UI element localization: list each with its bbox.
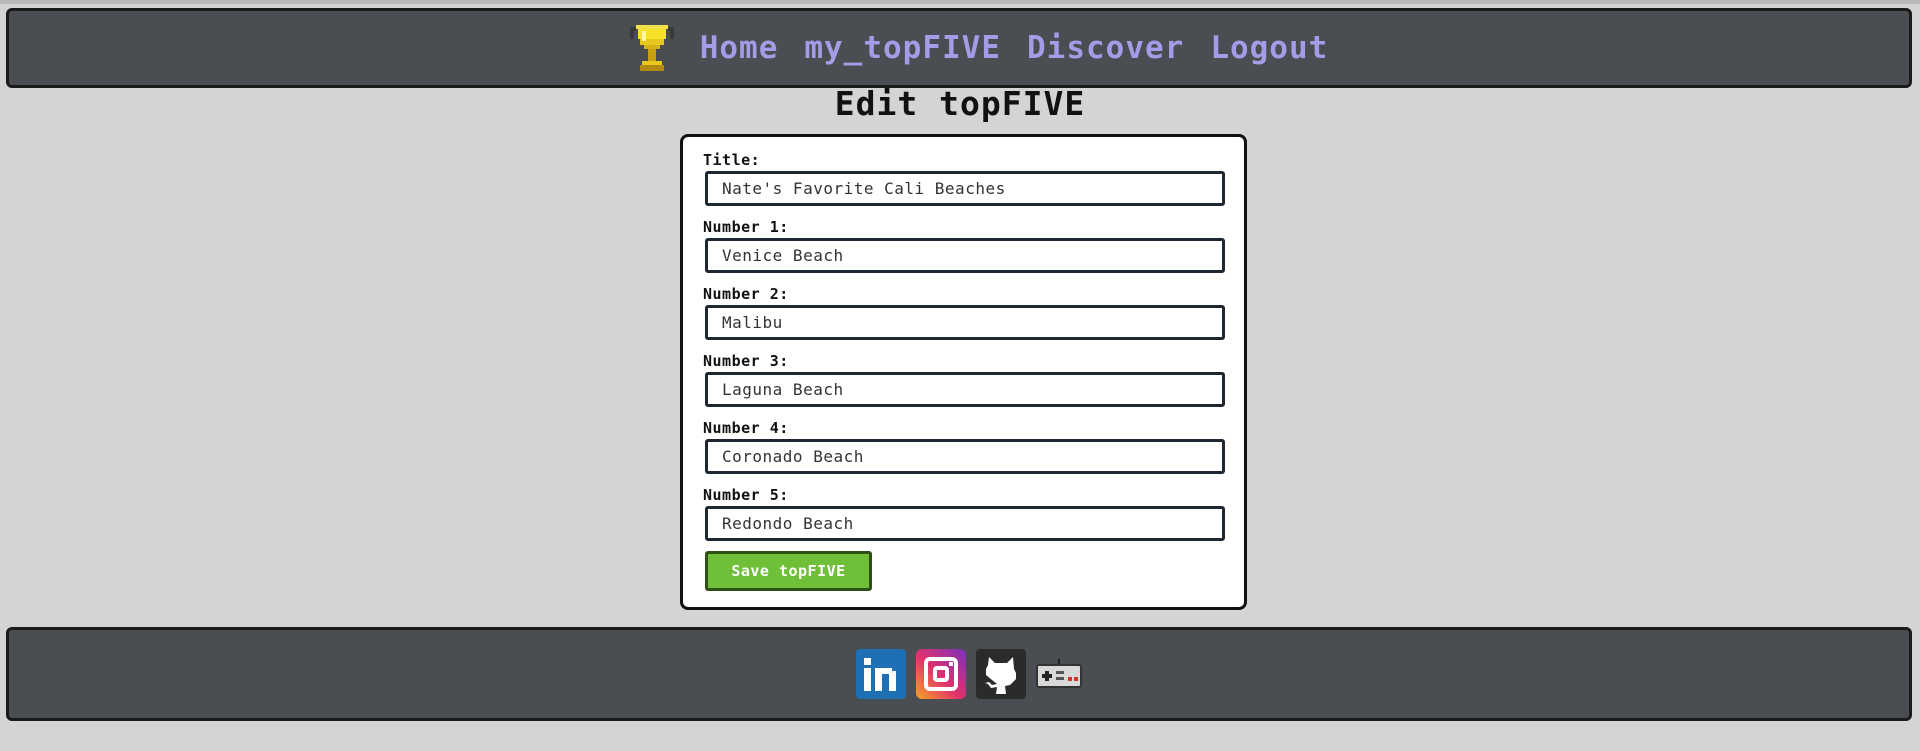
number-2-label: Number 2: — [703, 285, 789, 303]
trophy-icon — [629, 23, 674, 73]
number-1-label: Number 1: — [703, 218, 789, 236]
number-5-input[interactable] — [705, 506, 1225, 541]
title-input[interactable] — [705, 171, 1225, 206]
edit-topfive-form: Title: Number 1: Number 2: Number 3: Num… — [680, 134, 1247, 610]
footer — [6, 627, 1912, 721]
social-links — [856, 649, 1082, 699]
github-icon[interactable] — [976, 649, 1026, 699]
number-4-input[interactable] — [705, 439, 1225, 474]
top-border — [0, 0, 1920, 4]
nav-discover-link[interactable]: Discover — [1027, 30, 1184, 66]
nav-my-topfive-link[interactable]: my_topFIVE — [804, 30, 1001, 66]
save-topfive-button[interactable]: Save topFIVE — [705, 551, 872, 591]
number-1-input[interactable] — [705, 238, 1225, 273]
linkedin-icon[interactable] — [856, 649, 906, 699]
instagram-icon[interactable] — [916, 649, 966, 699]
gamepad-icon — [1036, 659, 1082, 689]
number-3-input[interactable] — [705, 372, 1225, 407]
number-5-label: Number 5: — [703, 486, 789, 504]
number-3-label: Number 3: — [703, 352, 789, 370]
number-4-label: Number 4: — [703, 419, 789, 437]
nav-links: Home my_topFIVE Discover Logout — [629, 23, 1329, 73]
nav-home-link[interactable]: Home — [700, 30, 779, 66]
nav-logout-link[interactable]: Logout — [1210, 30, 1328, 66]
navbar: Home my_topFIVE Discover Logout — [6, 8, 1912, 88]
page-title: Edit topFIVE — [834, 84, 1086, 123]
number-2-input[interactable] — [705, 305, 1225, 340]
title-label: Title: — [703, 151, 761, 169]
